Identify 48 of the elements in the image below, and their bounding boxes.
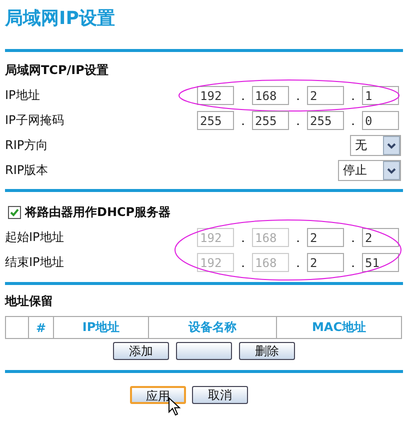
checkbox-label: 将路由器用作DHCP服务器 (25, 204, 171, 221)
ip-octet-field[interactable]: 255 (197, 111, 234, 130)
ip-octet-field[interactable]: 255 (307, 111, 344, 130)
cancel-button[interactable]: 取消 (192, 386, 248, 404)
ip-octet-field[interactable]: 2 (307, 228, 344, 247)
dot-separator: . (240, 230, 246, 244)
column-header: # (28, 316, 54, 338)
column-header: MAC地址 (276, 316, 402, 338)
field-label: IP地址 (5, 87, 41, 104)
dot-separator: . (295, 88, 301, 102)
ip-octet-field[interactable]: 1 (362, 86, 399, 105)
field-label: RIP版本 (5, 162, 50, 179)
dot-separator: . (350, 230, 356, 244)
table-action-button[interactable] (176, 342, 232, 360)
ip-octet-field[interactable]: 51 (362, 253, 399, 272)
ip-octet-field[interactable]: 2 (307, 253, 344, 272)
dot-separator: . (240, 256, 246, 270)
field-label: 起始IP地址 (5, 229, 65, 246)
page-title: 局域网IP设置 (4, 7, 116, 31)
dot-separator: . (350, 256, 356, 270)
ip-octet-field[interactable]: 192 (197, 86, 234, 105)
field-label: RIP方向 (5, 137, 50, 154)
field-label: IP子网掩码 (5, 112, 65, 129)
ip-octet-field[interactable]: 0 (362, 111, 399, 130)
checkbox[interactable] (8, 206, 21, 219)
dot-separator: . (295, 256, 301, 270)
ip-octet-field[interactable]: 168 (252, 86, 289, 105)
dot-separator: . (295, 114, 301, 128)
column-header: 设备名称 (148, 316, 276, 338)
dot-separator: . (240, 114, 246, 128)
ip-octet-field[interactable]: 2 (307, 86, 344, 105)
dropdown[interactable]: 停止 (338, 160, 401, 181)
dot-separator: . (350, 114, 356, 128)
dot-separator: . (240, 88, 246, 102)
field-label: 结束IP地址 (5, 254, 65, 271)
table-action-button[interactable]: 添加 (113, 342, 169, 360)
table-action-button[interactable]: 删除 (239, 342, 295, 360)
dot-separator: . (295, 230, 301, 244)
section-heading: 局域网TCP/IP设置 (4, 62, 110, 79)
ip-octet-field[interactable]: 2 (362, 228, 399, 247)
dot-separator: . (350, 88, 356, 102)
section-heading: 地址保留 (5, 294, 53, 308)
table-header-cell (6, 316, 28, 338)
apply-button[interactable]: 应用 (130, 386, 186, 404)
mouse-cursor-icon (168, 397, 182, 417)
ip-octet-field[interactable]: 255 (252, 111, 289, 130)
dropdown[interactable]: 无 (350, 135, 401, 156)
column-header: IP地址 (54, 316, 148, 338)
